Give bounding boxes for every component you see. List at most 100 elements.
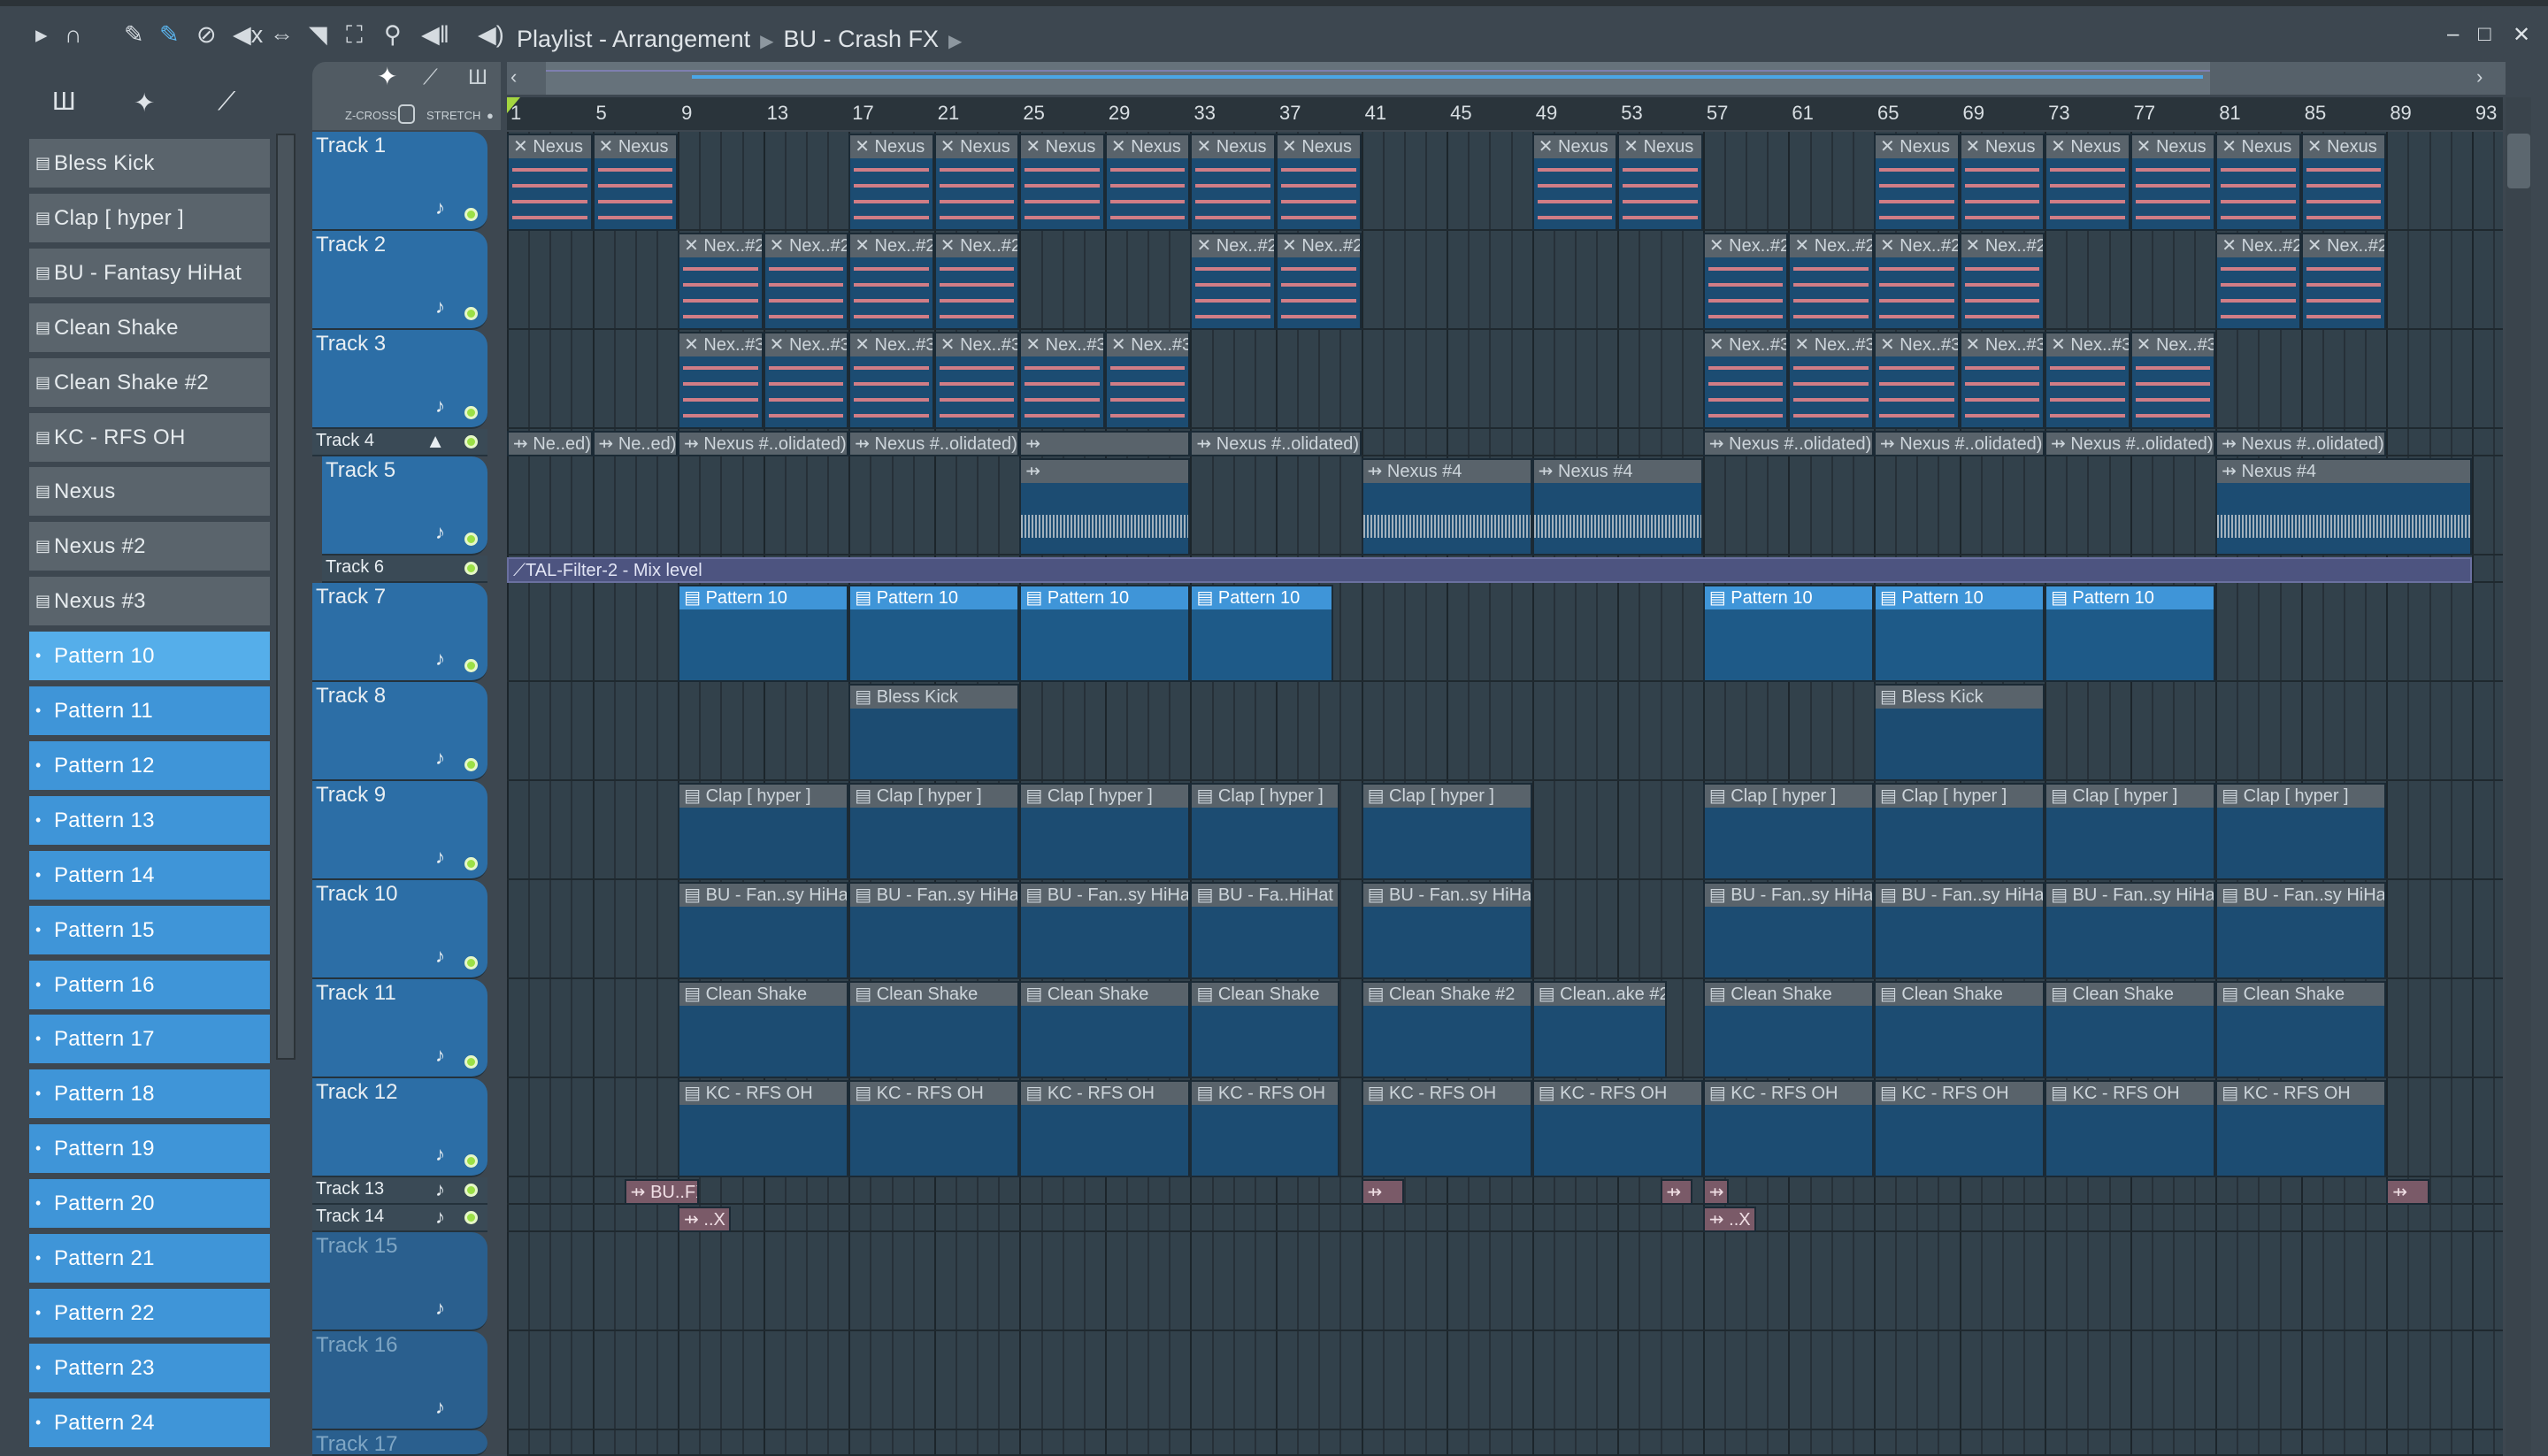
note-icon[interactable]: ♪: [435, 395, 445, 418]
vertical-scroll-thumb[interactable]: [2507, 134, 2530, 188]
breadcrumb-arrow-icon[interactable]: ▶: [948, 32, 962, 51]
picker-item[interactable]: • Pattern 24: [29, 1398, 270, 1447]
pattern-clip[interactable]: ▤ Clap [ hyper ]: [1873, 783, 2045, 880]
pattern-clip[interactable]: ▤ Clean Shake: [1019, 981, 1191, 1078]
playback-icon[interactable]: ◀‖: [421, 22, 449, 48]
pattern-clip[interactable]: ▤ KC - RFS OH: [1190, 1080, 1340, 1177]
pattern-clip[interactable]: ▤ KC - RFS OH: [1531, 1080, 1703, 1177]
pattern-clip[interactable]: ▤ KC - RFS OH: [678, 1080, 849, 1177]
pattern-clip[interactable]: ▤ Pattern 10: [848, 585, 1020, 682]
picker-item[interactable]: • Pattern 18: [29, 1069, 270, 1119]
pattern-clip[interactable]: ▤ KC - RFS OH: [848, 1080, 1020, 1177]
playhead-marker[interactable]: [507, 97, 520, 113]
pattern-clip[interactable]: ⇸ BU..FX: [624, 1179, 700, 1205]
note-icon[interactable]: ♪: [435, 196, 445, 219]
note-icon[interactable]: ♪: [435, 747, 445, 770]
pattern-clip[interactable]: ✕ Nex..#3: [1873, 332, 1960, 429]
track-header[interactable]: Track 7 ♪: [312, 583, 487, 682]
audio-clip[interactable]: ⇸ Nexus #4: [2215, 458, 2472, 556]
automation-icon[interactable]: ⟋: [218, 88, 235, 117]
pattern-clip[interactable]: ✕ Nexus: [592, 134, 679, 231]
pattern-clip[interactable]: ✕ Nexus: [2045, 134, 2130, 231]
pattern-clip[interactable]: ▤ Clap [ hyper ]: [1361, 783, 1532, 880]
timeline-ruler[interactable]: 1 5 9 13 17 21 25 29 33 37 41 45 49 53 57 61 65 69 73 77 81 8…: [507, 97, 2503, 130]
pattern-clip[interactable]: ✕ Nex..#3: [1959, 332, 2045, 429]
track-header[interactable]: Track 17: [312, 1430, 487, 1456]
track-header[interactable]: Track 1 ♪: [312, 132, 487, 231]
pattern-clip[interactable]: ▤ Clap [ hyper ]: [2045, 783, 2216, 880]
note-icon[interactable]: ♪: [435, 1044, 445, 1067]
track-header[interactable]: Track 10 ♪: [312, 880, 487, 979]
picker-item[interactable]: • Pattern 11: [29, 686, 270, 735]
slip-icon[interactable]: ⇔: [270, 22, 294, 48]
picker-item[interactable]: • Pattern 12: [29, 740, 270, 790]
pattern-clip[interactable]: ▤ Bless Kick: [848, 684, 1020, 781]
track-header[interactable]: Track 14 ♪: [312, 1205, 487, 1232]
pattern-clip[interactable]: ▤ Pattern 10: [1019, 585, 1191, 682]
track-header[interactable]: Track 12 ♪: [312, 1078, 487, 1177]
audio-clip[interactable]: ⇸: [1019, 431, 1191, 456]
track-enable-led[interactable]: [464, 857, 478, 870]
magnet-icon[interactable]: ∩: [65, 22, 81, 48]
pattern-clip[interactable]: ▤ Clap [ hyper ]: [2215, 783, 2387, 880]
pattern-clip[interactable]: ✕ Nex..#2: [2300, 233, 2387, 330]
pattern-clip[interactable]: ✕ Nex..#2: [1959, 233, 2045, 330]
audio-clip[interactable]: ⇸ Nexus #..olidated): [2215, 431, 2387, 456]
select-icon[interactable]: ⛶: [346, 22, 363, 48]
picker-item[interactable]: • Pattern 15: [29, 905, 270, 954]
track-header[interactable]: Track 9 ♪: [312, 781, 487, 880]
note-icon[interactable]: ♪: [435, 945, 445, 968]
track-enable-led[interactable]: [464, 406, 478, 419]
track-header[interactable]: Track 5 ♪: [322, 456, 487, 556]
picker-item[interactable]: • Pattern 19: [29, 1124, 270, 1174]
automation-clip-icon[interactable]: ⟋: [423, 65, 438, 90]
pattern-clip[interactable]: ✕ Nex..#2: [763, 233, 849, 330]
picker-item[interactable]: • Pattern 21: [29, 1234, 270, 1283]
collapse-icon[interactable]: ▲: [426, 430, 445, 453]
audio-clip[interactable]: ⇸ Nexus #..olidated): [678, 431, 849, 456]
pattern-clip[interactable]: ▤ BU - Fa..HiHat: [1190, 882, 1340, 979]
picker-item[interactable]: ▤ Clean Shake #2: [29, 357, 270, 407]
pattern-clip[interactable]: ⇸: [1702, 1179, 1729, 1205]
automation-clip[interactable]: ⟋TAL-Filter-2 - Mix level: [507, 557, 2472, 583]
track-enable-led[interactable]: [464, 307, 478, 320]
pattern-clip[interactable]: ✕ Nex..#3: [763, 332, 849, 429]
pattern-clip[interactable]: ▤ Pattern 10: [678, 585, 849, 682]
pattern-clip[interactable]: ✕ Nexus: [933, 134, 1020, 231]
pattern-clip[interactable]: ✕ Nexus: [2215, 134, 2301, 231]
track-enable-led[interactable]: [464, 758, 478, 771]
track-header[interactable]: Track 16 ♪: [312, 1331, 487, 1430]
picker-item[interactable]: • Pattern 17: [29, 1015, 270, 1064]
track-header[interactable]: Track 15 ♪: [312, 1232, 487, 1331]
note-icon[interactable]: ♪: [435, 846, 445, 869]
slice-icon[interactable]: ◥: [309, 22, 327, 48]
pencil-icon[interactable]: ✎: [124, 22, 144, 48]
track-header[interactable]: Track 11 ♪: [312, 979, 487, 1078]
pattern-clip[interactable]: ▤ Clean Shake #2: [1361, 981, 1532, 1078]
note-icon[interactable]: ♪: [435, 1206, 445, 1229]
pattern-clip[interactable]: ▤ Clap [ hyper ]: [1190, 783, 1340, 880]
audio-clip[interactable]: ⇸ Nexus #4: [1361, 458, 1532, 556]
pattern-clip[interactable]: ✕ Nex..#3: [848, 332, 934, 429]
pattern-clip[interactable]: ✕ Nex..#2: [848, 233, 934, 330]
pattern-clip[interactable]: ▤ Pattern 10: [1190, 585, 1334, 682]
pattern-clip[interactable]: ✕ Nex..#2: [1702, 233, 1789, 330]
zcross-toggle[interactable]: [398, 104, 415, 124]
picker-scrollbar[interactable]: [276, 134, 295, 1060]
delete-icon[interactable]: ⊘: [196, 22, 217, 48]
audio-clip[interactable]: ⇸ Nexus #..olidated): [1873, 431, 2045, 456]
pattern-clip[interactable]: ✕ Nex..#3: [1104, 332, 1191, 429]
pattern-clip[interactable]: ▤ KC - RFS OH: [2215, 1080, 2387, 1177]
pattern-clip[interactable]: ✕ Nex..#2: [1276, 233, 1362, 330]
minimize-button[interactable]: –: [2447, 22, 2459, 47]
pattern-clip[interactable]: ▤ Pattern 10: [1702, 585, 1874, 682]
paint-icon[interactable]: ✎: [159, 22, 180, 48]
pattern-clip[interactable]: ▤ KC - RFS OH: [1702, 1080, 1874, 1177]
pattern-clip[interactable]: ▤ KC - RFS OH: [2045, 1080, 2216, 1177]
audio-clip[interactable]: ⇸ Nexus #..olidated): [1702, 431, 1874, 456]
pattern-clip[interactable]: ▤ Pattern 10: [1873, 585, 2045, 682]
pattern-clip[interactable]: ▤ Clap [ hyper ]: [678, 783, 849, 880]
track-enable-led[interactable]: [464, 956, 478, 969]
pattern-clip[interactable]: ▤ BU - Fan..sy HiHat: [1361, 882, 1532, 979]
pattern-clip[interactable]: ✕ Nex..#3: [1702, 332, 1789, 429]
